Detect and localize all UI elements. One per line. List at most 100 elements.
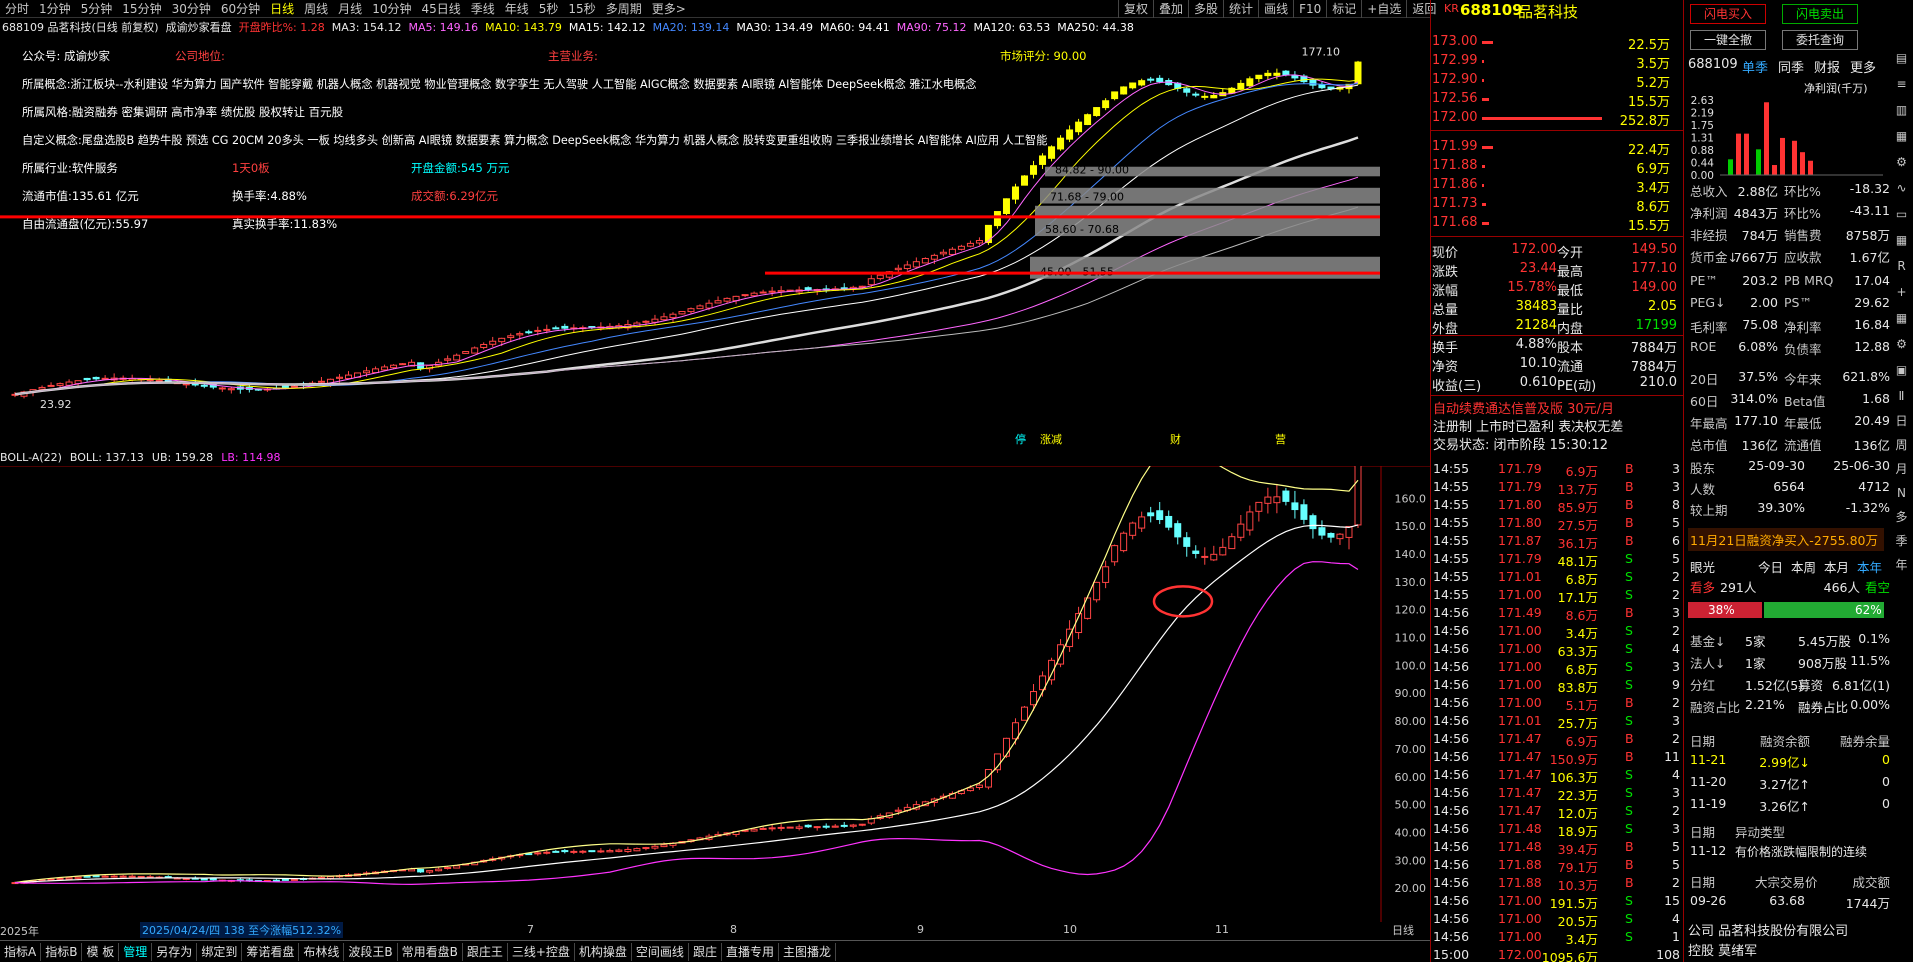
bid-row[interactable]: 171.73 8.6万: [1432, 195, 1670, 215]
candlestick-chart[interactable]: 165.47163.4148.6133.7120.3108.397.4787.7…: [0, 36, 1380, 446]
tool-4[interactable]: 画线: [1258, 0, 1293, 18]
period-6[interactable]: 日线: [265, 0, 299, 18]
bottom-tab-16[interactable]: 主图播龙: [779, 942, 836, 961]
fin-tab-1[interactable]: 同季: [1778, 57, 1804, 76]
side-period-6[interactable]: 年: [1892, 553, 1912, 577]
view-tab-2[interactable]: 本月: [1824, 557, 1849, 576]
bid-row[interactable]: 171.88 6.9万: [1432, 157, 1670, 177]
x-axis-right-label[interactable]: 日线: [1392, 922, 1414, 938]
event-marker-3[interactable]: 营: [1275, 432, 1286, 446]
view-tab-1[interactable]: 本周: [1791, 557, 1816, 576]
period-10[interactable]: 45日线: [416, 0, 465, 18]
period-5[interactable]: 60分钟: [216, 0, 265, 18]
grid-icon[interactable]: ▦: [1892, 305, 1912, 331]
period-9[interactable]: 10分钟: [367, 0, 416, 18]
trade-price: 171.79: [1498, 461, 1542, 476]
period-14[interactable]: 15秒: [563, 0, 600, 18]
event-marker-2[interactable]: 财: [1170, 432, 1181, 446]
period-2[interactable]: 5分钟: [76, 0, 118, 18]
bid-row[interactable]: 171.86 3.4万: [1432, 176, 1670, 196]
bottom-tab-4[interactable]: 另存为: [152, 942, 198, 961]
period-11[interactable]: 季线: [466, 0, 500, 18]
tool-2[interactable]: 多股: [1188, 0, 1223, 18]
margin-news[interactable]: 11月21日融资净买入-2755.80万: [1688, 528, 1884, 551]
period-3[interactable]: 15分钟: [117, 0, 166, 18]
notice-1[interactable]: 自动续费通达信普及版 30元/月: [1433, 398, 1614, 417]
bottom-tab-3[interactable]: 管理: [119, 942, 153, 961]
list-icon[interactable]: ≡: [1892, 71, 1912, 97]
bottom-tab-15[interactable]: 直播专用: [722, 942, 779, 961]
gear-icon[interactable]: ⚙: [1892, 331, 1912, 357]
bottom-tab-1[interactable]: 指标B: [41, 942, 83, 961]
bottom-tab-7[interactable]: 布林线: [299, 942, 345, 961]
tool-0[interactable]: 复权: [1118, 0, 1153, 18]
flash-sell-button[interactable]: 闪电卖出: [1782, 4, 1858, 24]
bottom-tab-0[interactable]: 指标A: [0, 942, 42, 961]
settings-icon[interactable]: ⚙: [1892, 149, 1912, 175]
rsi-icon[interactable]: R: [1892, 253, 1912, 279]
cancel-all-button[interactable]: 一键全撤: [1690, 30, 1766, 50]
tool-5[interactable]: F10: [1293, 0, 1326, 18]
period-15[interactable]: 多周期: [601, 0, 647, 18]
trade-count: 3: [1672, 713, 1680, 728]
chart-icon[interactable]: ▤: [1892, 45, 1912, 71]
line-icon[interactable]: ∿: [1892, 175, 1912, 201]
stat-row: 涨跌 23.44 最高 177.10: [1432, 260, 1677, 280]
abnormal-row[interactable]: 11-12 有价格涨跌幅限制的连续: [1690, 843, 1890, 863]
ask-row[interactable]: 173.00 22.5万: [1432, 33, 1670, 53]
view-tab-3[interactable]: 本年: [1857, 557, 1882, 576]
side-period-3[interactable]: N: [1892, 481, 1912, 505]
tv-icon[interactable]: ▭: [1892, 201, 1912, 227]
ask-row[interactable]: 172.56 15.5万: [1432, 90, 1670, 110]
side-period-2[interactable]: 月: [1892, 457, 1912, 481]
period-12[interactable]: 年线: [500, 0, 534, 18]
side-period-0[interactable]: 日: [1892, 409, 1912, 433]
boll-chart[interactable]: 160.0 150.0 140.0 130.0 120.0 110.0 100.0 90.00…: [0, 466, 1430, 922]
bars-icon[interactable]: ▥: [1892, 97, 1912, 123]
period-4[interactable]: 30分钟: [167, 0, 216, 18]
bottom-tab-2[interactable]: 模 板: [82, 942, 120, 961]
pause-icon[interactable]: Ⅱ: [1892, 383, 1912, 409]
fin-tab-0[interactable]: 单季: [1742, 57, 1768, 76]
period-8[interactable]: 月线: [333, 0, 367, 18]
side-period-4[interactable]: 多: [1892, 505, 1912, 529]
side-period-1[interactable]: 周: [1892, 433, 1912, 457]
period-0[interactable]: 分时: [0, 0, 34, 18]
side-period-5[interactable]: 季: [1892, 529, 1912, 553]
period-7[interactable]: 周线: [299, 0, 333, 18]
event-marker-0[interactable]: 停: [1015, 432, 1026, 446]
lock-icon[interactable]: ▣: [1892, 357, 1912, 383]
tool-7[interactable]: +自选: [1361, 0, 1406, 18]
period-16[interactable]: 更多>: [647, 0, 691, 18]
bottom-tab-9[interactable]: 常用看盘B: [398, 942, 463, 961]
period-1[interactable]: 1分钟: [34, 0, 76, 18]
plus-icon[interactable]: +: [1892, 279, 1912, 305]
bid-row[interactable]: 171.68 15.5万: [1432, 214, 1670, 234]
fin-tab-3[interactable]: 更多: [1850, 57, 1876, 76]
bottom-tab-13[interactable]: 空间画线: [632, 942, 689, 961]
tool-3[interactable]: 统计: [1223, 0, 1258, 18]
bottom-tab-5[interactable]: 绑定到: [197, 942, 243, 961]
bottom-tab-10[interactable]: 跟庄王: [463, 942, 508, 961]
bid-row[interactable]: 171.99 22.4万: [1432, 138, 1670, 158]
event-marker-1[interactable]: 涨减: [1040, 433, 1062, 446]
indicator-name[interactable]: 成谕炒家看盘: [166, 19, 232, 35]
ask-row[interactable]: 172.90 5.2万: [1432, 71, 1670, 91]
ask-row[interactable]: 172.99 3.5万: [1432, 52, 1670, 72]
tool-1[interactable]: 叠加: [1153, 0, 1188, 18]
flash-buy-button[interactable]: 闪电买入: [1690, 4, 1766, 24]
tool-6[interactable]: 标记: [1326, 0, 1361, 18]
doc-icon[interactable]: ▦: [1892, 123, 1912, 149]
fin-tab-2[interactable]: 财报: [1814, 57, 1840, 76]
order-query-button[interactable]: 委托查询: [1782, 30, 1858, 50]
stock-code-name: 688109 品茗科技(日线 前复权): [2, 21, 159, 34]
ask-row[interactable]: 172.00 252.8万: [1432, 109, 1670, 129]
bottom-tab-14[interactable]: 跟庄: [689, 942, 722, 961]
table-icon[interactable]: ▦: [1892, 227, 1912, 253]
period-13[interactable]: 5秒: [534, 0, 564, 18]
view-tab-0[interactable]: 今日: [1758, 557, 1783, 576]
bottom-tab-11[interactable]: 三线+控盘: [508, 942, 575, 961]
bottom-tab-6[interactable]: 筹诺看盘: [242, 942, 300, 961]
bottom-tab-8[interactable]: 波段王B: [344, 942, 398, 961]
bottom-tab-12[interactable]: 机构操盘: [575, 942, 632, 961]
